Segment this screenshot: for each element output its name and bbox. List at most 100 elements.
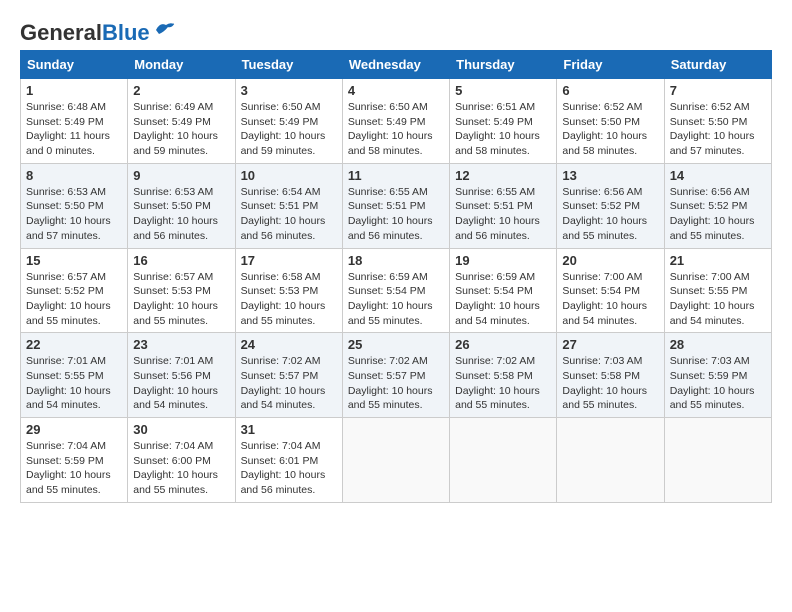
calendar-cell: 16 Sunrise: 6:57 AM Sunset: 5:53 PM Dayl…: [128, 248, 235, 333]
sunset-label: Sunset: 5:51 PM: [241, 200, 319, 212]
day-number: 2: [133, 83, 229, 98]
calendar-cell: 25 Sunrise: 7:02 AM Sunset: 5:57 PM Dayl…: [342, 333, 449, 418]
daylight-label: Daylight: 10 hours and 55 minutes.: [348, 300, 433, 327]
calendar-cell: 14 Sunrise: 6:56 AM Sunset: 5:52 PM Dayl…: [664, 163, 771, 248]
day-info: Sunrise: 6:57 AM Sunset: 5:53 PM Dayligh…: [133, 270, 229, 329]
day-number: 16: [133, 253, 229, 268]
col-header-thursday: Thursday: [450, 51, 557, 79]
sunset-label: Sunset: 5:49 PM: [348, 116, 426, 128]
sunrise-label: Sunrise: 7:02 AM: [348, 355, 428, 367]
calendar-cell: 22 Sunrise: 7:01 AM Sunset: 5:55 PM Dayl…: [21, 333, 128, 418]
daylight-label: Daylight: 10 hours and 55 minutes.: [348, 385, 433, 412]
day-info: Sunrise: 6:59 AM Sunset: 5:54 PM Dayligh…: [348, 270, 444, 329]
day-info: Sunrise: 7:04 AM Sunset: 6:00 PM Dayligh…: [133, 439, 229, 498]
day-info: Sunrise: 6:57 AM Sunset: 5:52 PM Dayligh…: [26, 270, 122, 329]
sunrise-label: Sunrise: 7:04 AM: [241, 440, 321, 452]
daylight-label: Daylight: 10 hours and 55 minutes.: [26, 469, 111, 496]
sunset-label: Sunset: 5:59 PM: [670, 370, 748, 382]
calendar-cell: 23 Sunrise: 7:01 AM Sunset: 5:56 PM Dayl…: [128, 333, 235, 418]
daylight-label: Daylight: 10 hours and 54 minutes.: [562, 300, 647, 327]
daylight-label: Daylight: 10 hours and 58 minutes.: [562, 130, 647, 157]
col-header-tuesday: Tuesday: [235, 51, 342, 79]
daylight-label: Daylight: 10 hours and 58 minutes.: [348, 130, 433, 157]
sunset-label: Sunset: 5:50 PM: [670, 116, 748, 128]
sunset-label: Sunset: 5:50 PM: [133, 200, 211, 212]
day-info: Sunrise: 7:01 AM Sunset: 5:56 PM Dayligh…: [133, 354, 229, 413]
sunset-label: Sunset: 5:55 PM: [670, 285, 748, 297]
daylight-label: Daylight: 10 hours and 55 minutes.: [670, 215, 755, 242]
sunset-label: Sunset: 6:00 PM: [133, 455, 211, 467]
calendar-cell: 1 Sunrise: 6:48 AM Sunset: 5:49 PM Dayli…: [21, 79, 128, 164]
day-number: 17: [241, 253, 337, 268]
day-info: Sunrise: 7:04 AM Sunset: 5:59 PM Dayligh…: [26, 439, 122, 498]
daylight-label: Daylight: 10 hours and 56 minutes.: [455, 215, 540, 242]
daylight-label: Daylight: 10 hours and 55 minutes.: [241, 300, 326, 327]
sunset-label: Sunset: 5:51 PM: [348, 200, 426, 212]
sunrise-label: Sunrise: 6:53 AM: [26, 186, 106, 198]
calendar-cell: 18 Sunrise: 6:59 AM Sunset: 5:54 PM Dayl…: [342, 248, 449, 333]
page-header: GeneralBlue: [20, 20, 772, 46]
daylight-label: Daylight: 10 hours and 55 minutes.: [133, 469, 218, 496]
calendar-cell: 4 Sunrise: 6:50 AM Sunset: 5:49 PM Dayli…: [342, 79, 449, 164]
calendar-cell: 6 Sunrise: 6:52 AM Sunset: 5:50 PM Dayli…: [557, 79, 664, 164]
day-number: 1: [26, 83, 122, 98]
daylight-label: Daylight: 10 hours and 57 minutes.: [26, 215, 111, 242]
calendar-cell: 28 Sunrise: 7:03 AM Sunset: 5:59 PM Dayl…: [664, 333, 771, 418]
day-number: 7: [670, 83, 766, 98]
day-info: Sunrise: 6:55 AM Sunset: 5:51 PM Dayligh…: [348, 185, 444, 244]
day-info: Sunrise: 7:04 AM Sunset: 6:01 PM Dayligh…: [241, 439, 337, 498]
daylight-label: Daylight: 10 hours and 59 minutes.: [241, 130, 326, 157]
sunset-label: Sunset: 5:50 PM: [562, 116, 640, 128]
day-info: Sunrise: 6:58 AM Sunset: 5:53 PM Dayligh…: [241, 270, 337, 329]
sunrise-label: Sunrise: 7:01 AM: [26, 355, 106, 367]
sunset-label: Sunset: 5:49 PM: [133, 116, 211, 128]
day-number: 15: [26, 253, 122, 268]
sunset-label: Sunset: 5:49 PM: [26, 116, 104, 128]
calendar-header-row: SundayMondayTuesdayWednesdayThursdayFrid…: [21, 51, 772, 79]
day-info: Sunrise: 6:48 AM Sunset: 5:49 PM Dayligh…: [26, 100, 122, 159]
week-row-3: 15 Sunrise: 6:57 AM Sunset: 5:52 PM Dayl…: [21, 248, 772, 333]
sunrise-label: Sunrise: 7:00 AM: [562, 271, 642, 283]
sunrise-label: Sunrise: 7:04 AM: [133, 440, 213, 452]
day-number: 8: [26, 168, 122, 183]
sunrise-label: Sunrise: 6:51 AM: [455, 101, 535, 113]
sunrise-label: Sunrise: 6:52 AM: [562, 101, 642, 113]
day-number: 6: [562, 83, 658, 98]
day-info: Sunrise: 7:03 AM Sunset: 5:59 PM Dayligh…: [670, 354, 766, 413]
week-row-4: 22 Sunrise: 7:01 AM Sunset: 5:55 PM Dayl…: [21, 333, 772, 418]
sunset-label: Sunset: 5:57 PM: [241, 370, 319, 382]
col-header-wednesday: Wednesday: [342, 51, 449, 79]
calendar-cell: 19 Sunrise: 6:59 AM Sunset: 5:54 PM Dayl…: [450, 248, 557, 333]
day-number: 3: [241, 83, 337, 98]
day-info: Sunrise: 6:53 AM Sunset: 5:50 PM Dayligh…: [133, 185, 229, 244]
day-number: 29: [26, 422, 122, 437]
daylight-label: Daylight: 10 hours and 55 minutes.: [455, 385, 540, 412]
sunrise-label: Sunrise: 6:59 AM: [455, 271, 535, 283]
sunset-label: Sunset: 5:56 PM: [133, 370, 211, 382]
day-number: 10: [241, 168, 337, 183]
calendar-cell: 21 Sunrise: 7:00 AM Sunset: 5:55 PM Dayl…: [664, 248, 771, 333]
day-number: 27: [562, 337, 658, 352]
calendar-cell: 9 Sunrise: 6:53 AM Sunset: 5:50 PM Dayli…: [128, 163, 235, 248]
sunset-label: Sunset: 5:54 PM: [455, 285, 533, 297]
day-info: Sunrise: 7:00 AM Sunset: 5:54 PM Dayligh…: [562, 270, 658, 329]
daylight-label: Daylight: 10 hours and 56 minutes.: [241, 215, 326, 242]
day-number: 11: [348, 168, 444, 183]
day-info: Sunrise: 6:51 AM Sunset: 5:49 PM Dayligh…: [455, 100, 551, 159]
day-number: 12: [455, 168, 551, 183]
sunrise-label: Sunrise: 6:59 AM: [348, 271, 428, 283]
day-info: Sunrise: 6:52 AM Sunset: 5:50 PM Dayligh…: [670, 100, 766, 159]
daylight-label: Daylight: 10 hours and 58 minutes.: [455, 130, 540, 157]
calendar-cell: 24 Sunrise: 7:02 AM Sunset: 5:57 PM Dayl…: [235, 333, 342, 418]
day-info: Sunrise: 7:00 AM Sunset: 5:55 PM Dayligh…: [670, 270, 766, 329]
logo: GeneralBlue: [20, 20, 176, 46]
daylight-label: Daylight: 10 hours and 54 minutes.: [455, 300, 540, 327]
daylight-label: Daylight: 10 hours and 55 minutes.: [133, 300, 218, 327]
sunrise-label: Sunrise: 6:55 AM: [348, 186, 428, 198]
calendar-cell: 2 Sunrise: 6:49 AM Sunset: 5:49 PM Dayli…: [128, 79, 235, 164]
calendar-cell: 30 Sunrise: 7:04 AM Sunset: 6:00 PM Dayl…: [128, 418, 235, 503]
daylight-label: Daylight: 10 hours and 59 minutes.: [133, 130, 218, 157]
day-info: Sunrise: 6:54 AM Sunset: 5:51 PM Dayligh…: [241, 185, 337, 244]
sunrise-label: Sunrise: 6:53 AM: [133, 186, 213, 198]
sunset-label: Sunset: 5:57 PM: [348, 370, 426, 382]
